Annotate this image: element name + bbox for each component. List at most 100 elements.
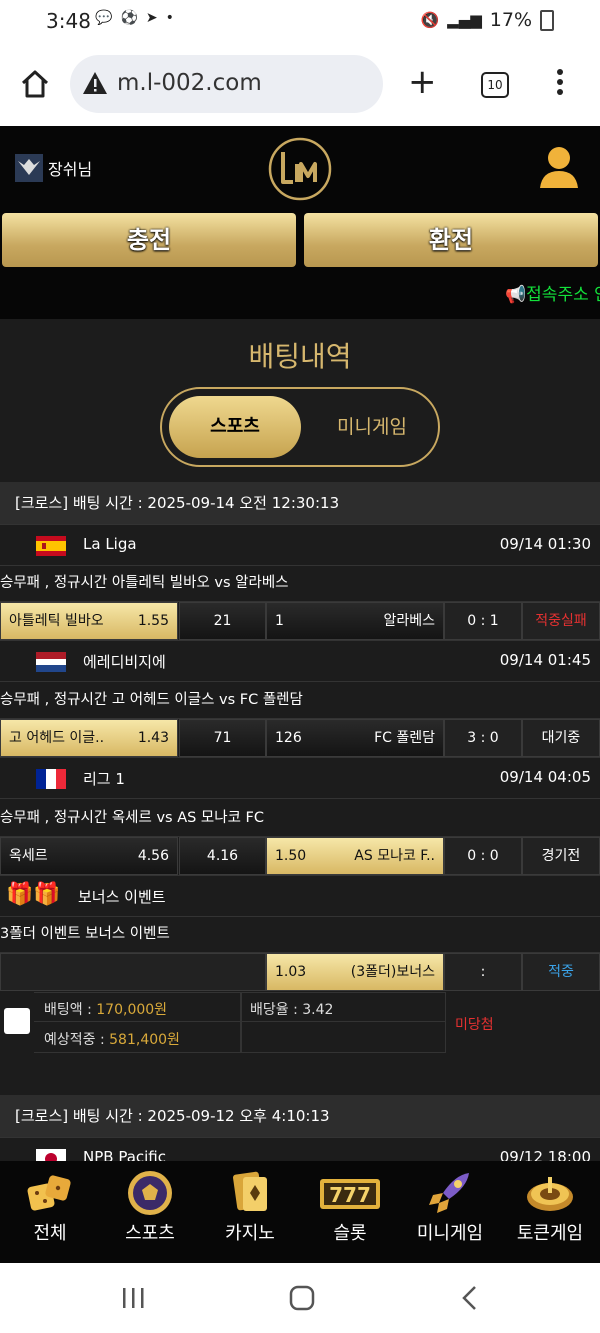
address-bar[interactable]: m.l-002.com [70, 55, 383, 113]
tab-minigame[interactable]: 미니게임 [312, 396, 432, 458]
roulette-icon [527, 1177, 573, 1211]
gift-icon: 🎁🎁 [6, 882, 61, 907]
battery-icon [540, 9, 554, 31]
back-icon[interactable] [460, 1285, 478, 1311]
nav-token-game[interactable]: 토큰게임 [500, 1161, 600, 1263]
bet-header: [크로스] 배팅 시간 : 2025-09-12 오후 4:10:13 [0, 1095, 600, 1137]
bet-select-checkbox[interactable] [4, 1008, 30, 1034]
league-name: 리그 1 [83, 770, 125, 788]
match-title: 승무패 , 정규시간 고 어헤드 이글스 vs FC 폴렌담 [0, 682, 600, 719]
warning-icon[interactable] [82, 71, 108, 95]
home-pick[interactable]: 옥세르 4.56 [0, 837, 178, 875]
tab-sports[interactable]: 스포츠 [169, 396, 301, 458]
nav-minigame[interactable]: 미니게임 [400, 1161, 500, 1263]
league-row: 에레디비지에 09/14 01:45 [0, 640, 600, 682]
expected-win: 예상적중 : 581,400원 [44, 1029, 180, 1049]
netherlands-flag-icon [36, 652, 66, 672]
svg-text:777: 777 [329, 1183, 371, 1207]
away-team: FC 폴렌담 [374, 730, 435, 746]
soccer-icon: ⚽ [120, 10, 138, 26]
away-pick[interactable]: 1.50 AS 모나코 F.. [266, 837, 444, 875]
signal-icon: ▂▄▆ [447, 11, 482, 29]
result-status: 적중실패 [522, 602, 600, 640]
away-team: 알라베스 [383, 613, 435, 629]
url-text: m.l-002.com [117, 70, 262, 96]
league-row: La Liga 09/14 01:30 [0, 524, 600, 566]
league-row: NPB Pacific 09/12 18:00 [0, 1137, 600, 1161]
bonus-pick: 1.03 (3폴더)보너스 [266, 953, 444, 991]
profile-icon[interactable] [538, 144, 580, 190]
bet-amount-label: 배팅액 : [44, 1002, 97, 1018]
site-header: 장쉬님 충전 환전 📢접속주소 안 [0, 126, 600, 319]
category-toggle: 스포츠 미니게임 [160, 387, 440, 467]
telegram-icon: ➤ [145, 10, 158, 26]
dot-icon: • [165, 10, 174, 26]
recents-icon[interactable] [122, 1287, 146, 1309]
talk-icon: 💬 [95, 10, 113, 26]
nav-casino[interactable]: 카지노 [200, 1161, 300, 1263]
match-datetime: 09/14 01:30 [499, 535, 591, 553]
home-team: 고 어헤드 이글.. [9, 730, 105, 746]
empty-cell [0, 953, 266, 991]
bottom-navigation: 전체 스포츠 카지노 777 슬롯 미니게임 토큰게임 [0, 1161, 600, 1263]
japan-flag-icon [36, 1149, 66, 1161]
home-icon[interactable] [20, 70, 50, 98]
exchange-button[interactable]: 환전 [304, 213, 598, 267]
user-info[interactable]: 장쉬님 [14, 153, 92, 183]
blank-cell [241, 1022, 446, 1053]
draw-odds[interactable]: 21 [179, 602, 266, 640]
bonus-odds-row: 1.03 (3폴더)보너스 : 적중 [0, 953, 600, 991]
away-odds: 126 [275, 730, 302, 746]
score: : [444, 953, 522, 991]
nav-label: 미니게임 [416, 1223, 484, 1244]
nav-sports[interactable]: 스포츠 [100, 1161, 200, 1263]
spain-flag-icon [36, 536, 66, 556]
charge-button[interactable]: 충전 [2, 213, 296, 267]
bonus-odds: 1.03 [275, 964, 307, 980]
bonus-row: 🎁🎁 보너스 이벤트 [0, 875, 600, 917]
rocket-icon [429, 1173, 469, 1213]
nav-label: 전체 [33, 1223, 67, 1244]
site-logo[interactable] [267, 136, 333, 202]
league-name: La Liga [83, 535, 137, 553]
away-pick[interactable]: 1 알라베스 [266, 602, 444, 640]
nav-label: 토큰게임 [516, 1223, 584, 1244]
status-notification-icons: 💬 ⚽ ➤ • [95, 10, 174, 26]
nav-all[interactable]: 전체 [0, 1161, 100, 1263]
bonus-name: (3폴더)보너스 [350, 964, 435, 980]
win-status: 미당첨 [455, 1017, 494, 1033]
tab-count-button[interactable]: 10 [481, 72, 509, 98]
match-title: 승무패 , 정규시간 아틀레틱 빌바오 vs 알라베스 [0, 565, 600, 602]
away-pick[interactable]: 126 FC 폴렌담 [266, 719, 444, 757]
expected-win-label: 예상적중 : [44, 1032, 110, 1048]
username: 장쉬님 [48, 160, 93, 179]
cards-icon [233, 1171, 267, 1211]
home-pick[interactable]: 고 어헤드 이글.. 1.43 [0, 719, 178, 757]
status-right: 🔇 ▂▄▆ 17% [420, 9, 554, 31]
home-pick[interactable]: 아틀레틱 빌바오 1.55 [0, 602, 178, 640]
dice-icon [27, 1175, 71, 1211]
nav-label: 슬롯 [333, 1223, 367, 1244]
odds-row: 아틀레틱 빌바오 1.55 21 1 알라베스 0 : 1 적중실패 [0, 602, 600, 640]
menu-kebab-icon[interactable] [556, 68, 564, 96]
soccer-ball-icon [128, 1171, 172, 1215]
odds-row: 옥세르 4.56 4.16 1.50 AS 모나코 F.. 0 : 0 경기전 [0, 837, 600, 875]
odds-rate: 배당율 : 3.42 [250, 1002, 334, 1018]
system-navigation [0, 1263, 600, 1333]
away-team: AS 모나코 F.. [354, 848, 435, 864]
home-nav-icon[interactable] [289, 1285, 315, 1311]
draw-odds[interactable]: 71 [179, 719, 266, 757]
home-team: 옥세르 [9, 848, 48, 864]
nav-slot[interactable]: 777 슬롯 [300, 1161, 400, 1263]
notice-marquee: 📢접속주소 안 [505, 285, 600, 305]
draw-odds[interactable]: 4.16 [179, 837, 266, 875]
expected-win-value: 581,400원 [109, 1032, 180, 1048]
league-name: NPB Pacific [83, 1148, 166, 1161]
match-datetime: 09/12 18:00 [499, 1148, 591, 1161]
slot-777-icon: 777 [320, 1179, 380, 1209]
away-odds: 1.50 [275, 848, 307, 864]
bonus-label: 보너스 이벤트 [78, 888, 166, 906]
new-tab-icon[interactable]: + [408, 62, 437, 102]
odds-row: 고 어헤드 이글.. 1.43 71 126 FC 폴렌담 3 : 0 대기중 [0, 719, 600, 757]
result-status: 적중 [522, 953, 600, 991]
